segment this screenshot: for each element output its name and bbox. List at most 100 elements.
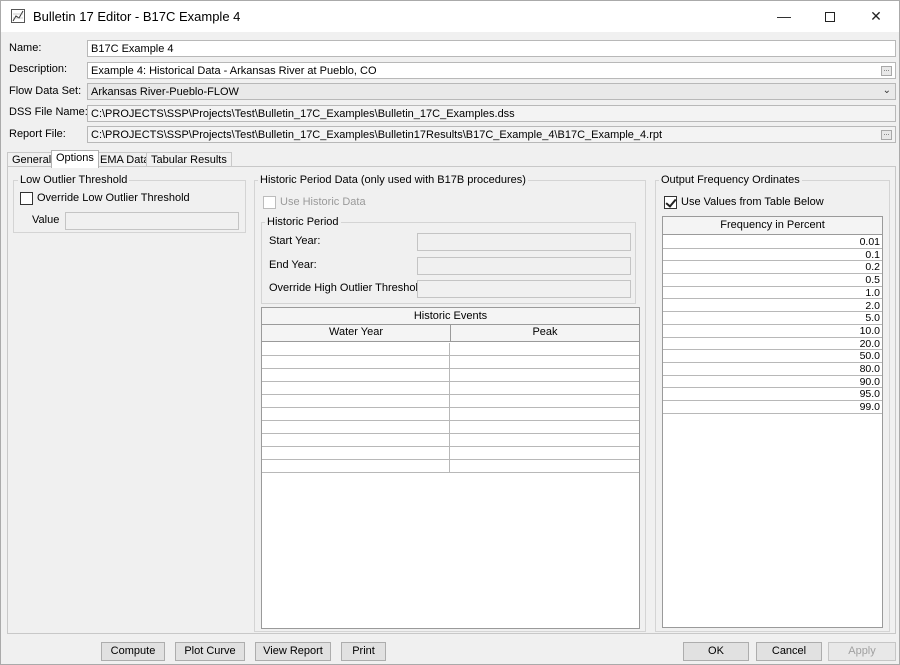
water-year-cell[interactable] bbox=[262, 460, 450, 472]
title-bar: Bulletin 17 Editor - B17C Example 4 — ✕ bbox=[1, 1, 899, 32]
start-year-input[interactable] bbox=[417, 233, 631, 251]
dss-file-field[interactable]: C:\PROJECTS\SSP\Projects\Test\Bulletin_1… bbox=[87, 105, 896, 122]
maximize-icon bbox=[825, 12, 835, 23]
output-frequency-group: Output Frequency Ordinates Use Values fr… bbox=[655, 174, 890, 632]
frequency-table[interactable]: Frequency in Percent 0.01 0.1 0.2 0.5 1.0 2.0… bbox=[662, 216, 883, 628]
frequency-row[interactable]: 95.0 bbox=[663, 388, 882, 402]
flow-data-set-dropdown[interactable]: Arkansas River-Pueblo-FLOW ⌄ bbox=[87, 83, 896, 100]
water-year-cell[interactable] bbox=[262, 447, 450, 459]
table-row[interactable] bbox=[262, 421, 639, 434]
app-icon bbox=[11, 9, 25, 23]
use-historic-data-checkbox[interactable] bbox=[263, 196, 276, 209]
use-historic-data-label: Use Historic Data bbox=[280, 196, 366, 208]
historic-subperiod-group: Historic Period Start Year: End Year: Ov… bbox=[261, 216, 636, 304]
end-year-input[interactable] bbox=[417, 257, 631, 275]
frequency-row[interactable]: 99.0 bbox=[663, 401, 882, 414]
frequency-row[interactable]: 90.0 bbox=[663, 376, 882, 389]
apply-button[interactable]: Apply bbox=[828, 642, 896, 661]
table-row[interactable] bbox=[262, 434, 639, 447]
frequency-row[interactable]: 20.0 bbox=[663, 338, 882, 351]
historic-events-title: Historic Events bbox=[262, 308, 639, 325]
table-row[interactable] bbox=[262, 382, 639, 395]
report-file-field[interactable]: C:\PROJECTS\SSP\Projects\Test\Bulletin_1… bbox=[87, 126, 896, 143]
water-year-cell[interactable] bbox=[262, 356, 450, 368]
water-year-cell[interactable] bbox=[262, 408, 450, 420]
dss-file-value: C:\PROJECTS\SSP\Projects\Test\Bulletin_1… bbox=[91, 108, 515, 120]
name-value: B17C Example 4 bbox=[91, 43, 174, 55]
flow-data-set-label: Flow Data Set: bbox=[9, 85, 82, 97]
table-row[interactable] bbox=[262, 395, 639, 408]
dss-file-label: DSS File Name: bbox=[9, 106, 88, 118]
report-file-value: C:\PROJECTS\SSP\Projects\Test\Bulletin_1… bbox=[91, 129, 663, 141]
window-title: Bulletin 17 Editor - B17C Example 4 bbox=[33, 9, 241, 24]
low-outlier-value-input[interactable] bbox=[65, 212, 239, 230]
frequency-row[interactable]: 0.01 bbox=[663, 236, 882, 249]
historic-events-header-row: Water Year Peak bbox=[262, 325, 639, 342]
minimize-button[interactable]: — bbox=[761, 1, 807, 32]
frequency-row[interactable]: 80.0 bbox=[663, 363, 882, 376]
water-year-cell[interactable] bbox=[262, 369, 450, 381]
close-icon: ✕ bbox=[870, 8, 882, 24]
column-header-peak[interactable]: Peak bbox=[451, 325, 639, 341]
start-year-label: Start Year: bbox=[269, 235, 321, 247]
frequency-row[interactable]: 1.0 bbox=[663, 287, 882, 300]
frequency-row[interactable]: 0.5 bbox=[663, 274, 882, 287]
column-header-frequency[interactable]: Frequency in Percent bbox=[663, 217, 882, 235]
description-field[interactable]: Example 4: Historical Data - Arkansas Ri… bbox=[87, 62, 896, 79]
override-low-outlier-checkbox[interactable] bbox=[20, 192, 33, 205]
frequency-row[interactable]: 0.1 bbox=[663, 249, 882, 262]
editor-window: Bulletin 17 Editor - B17C Example 4 — ✕ … bbox=[0, 0, 900, 665]
table-row[interactable] bbox=[262, 460, 639, 473]
table-row[interactable] bbox=[262, 369, 639, 382]
print-button[interactable]: Print bbox=[341, 642, 386, 661]
frequency-row[interactable]: 5.0 bbox=[663, 312, 882, 325]
tab-tabular-results[interactable]: Tabular Results bbox=[146, 152, 232, 167]
historic-period-group: Historic Period Data (only used with B17… bbox=[254, 174, 646, 632]
end-year-label: End Year: bbox=[269, 259, 317, 271]
use-table-values-label: Use Values from Table Below bbox=[681, 196, 824, 208]
low-outlier-title: Low Outlier Threshold bbox=[18, 174, 130, 186]
compute-button[interactable]: Compute bbox=[101, 642, 165, 661]
description-value: Example 4: Historical Data - Arkansas Ri… bbox=[91, 65, 377, 77]
tab-options[interactable]: Options bbox=[51, 150, 99, 168]
historic-subperiod-title: Historic Period bbox=[265, 216, 341, 228]
close-button[interactable]: ✕ bbox=[853, 1, 899, 32]
frequency-row[interactable]: 0.2 bbox=[663, 261, 882, 275]
plot-curve-button[interactable]: Plot Curve bbox=[175, 642, 245, 661]
use-table-values-checkbox[interactable] bbox=[664, 196, 677, 209]
output-frequency-title: Output Frequency Ordinates bbox=[659, 174, 802, 186]
description-label: Description: bbox=[9, 63, 68, 75]
frequency-row[interactable]: 10.0 bbox=[663, 325, 882, 338]
description-browse-button[interactable]: ... bbox=[881, 66, 892, 76]
historic-events-table[interactable]: Historic Events Water Year Peak bbox=[261, 307, 640, 629]
cancel-button[interactable]: Cancel bbox=[756, 642, 822, 661]
name-label: Name: bbox=[9, 42, 42, 54]
tab-general[interactable]: General bbox=[7, 152, 57, 167]
column-header-water-year[interactable]: Water Year bbox=[262, 325, 451, 341]
water-year-cell[interactable] bbox=[262, 434, 450, 446]
water-year-cell[interactable] bbox=[262, 421, 450, 433]
report-file-browse-button[interactable]: ... bbox=[881, 130, 892, 140]
override-high-outlier-label: Override High Outlier Threshold: bbox=[269, 282, 428, 294]
frequency-row[interactable]: 50.0 bbox=[663, 350, 882, 363]
table-row[interactable] bbox=[262, 447, 639, 460]
override-high-outlier-input[interactable] bbox=[417, 280, 631, 298]
water-year-cell[interactable] bbox=[262, 343, 450, 355]
report-file-label: Report File: bbox=[9, 128, 66, 140]
minimize-icon: — bbox=[777, 8, 791, 24]
low-outlier-value-label: Value bbox=[32, 214, 60, 226]
override-low-outlier-label: Override Low Outlier Threshold bbox=[37, 192, 190, 204]
table-row[interactable] bbox=[262, 343, 639, 356]
view-report-button[interactable]: View Report bbox=[255, 642, 331, 661]
flow-data-set-value: Arkansas River-Pueblo-FLOW bbox=[91, 86, 239, 98]
options-panel: Low Outlier Threshold Override Low Outli… bbox=[7, 166, 896, 634]
table-row[interactable] bbox=[262, 356, 639, 369]
water-year-cell[interactable] bbox=[262, 395, 450, 407]
maximize-button[interactable] bbox=[807, 1, 853, 32]
low-outlier-group: Low Outlier Threshold Override Low Outli… bbox=[13, 174, 246, 233]
name-field[interactable]: B17C Example 4 bbox=[87, 40, 896, 57]
ok-button[interactable]: OK bbox=[683, 642, 749, 661]
frequency-row[interactable]: 2.0 bbox=[663, 300, 882, 313]
water-year-cell[interactable] bbox=[262, 382, 450, 394]
table-row[interactable] bbox=[262, 408, 639, 421]
